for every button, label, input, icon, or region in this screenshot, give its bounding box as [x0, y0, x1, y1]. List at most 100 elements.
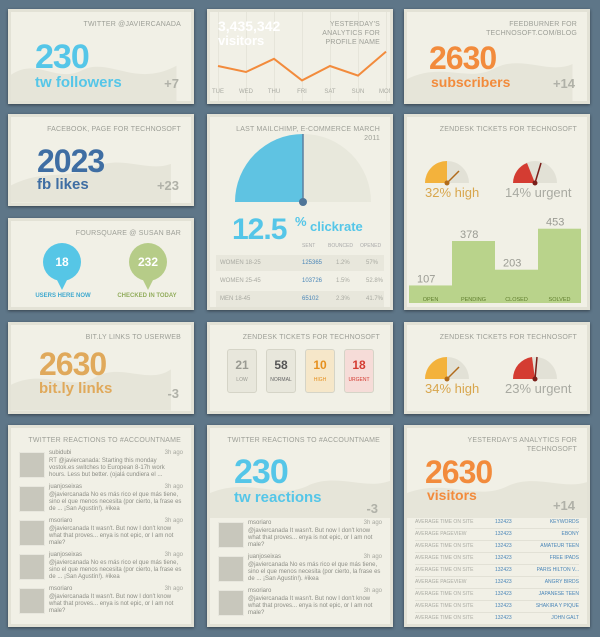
card-header: ZENDESK TICKETS FOR TECHNOSOFT: [439, 126, 577, 133]
avatar: [19, 452, 45, 478]
tweet-text: RT @javiercanada: Starting this monday v…: [49, 458, 165, 478]
keyword[interactable]: FREE IPADS: [550, 555, 579, 561]
foursquare-card: FOURSQUARE @ SUSAN BAR 18 USERS HERE NOW…: [8, 218, 194, 310]
metric-label: AVERAGE TIME ON SITE: [415, 567, 474, 573]
visitors-count: 2630: [425, 454, 493, 490]
ticket-category: SOLVED: [549, 297, 571, 303]
clickrate-gauge: [235, 134, 371, 206]
checked-in-label: CHECKED IN TODAY: [117, 293, 177, 299]
keyword[interactable]: JAPANESE TEEN: [539, 591, 579, 597]
mc-col-bounced: BOUNCED: [328, 243, 354, 249]
tweet-text: @javiercanada It wasn't. But now I don't…: [248, 596, 373, 616]
keyword[interactable]: KEYWORDS: [550, 519, 579, 525]
tweet[interactable]: msoriaro 3h ago @javiercanada It wasn't. B…: [218, 520, 382, 550]
ticket-value: 203: [503, 258, 521, 270]
mailchimp-card: LAST MAILCHIMP, E-COMMERCE MARCH 2011 12…: [207, 114, 393, 310]
tweet[interactable]: subidubi 3h ago RT @javiercanada: Starting…: [19, 450, 183, 480]
visitors-line-chart: [217, 50, 387, 82]
tweet[interactable]: juanjoseixas 3h ago @javiercanada No es má…: [19, 484, 183, 514]
users-here-pin: 18: [43, 243, 81, 290]
metric-value: 132423: [495, 519, 512, 525]
tweet-user[interactable]: subidubi: [49, 450, 71, 456]
clickrate-unit: %: [295, 214, 307, 229]
tweet[interactable]: msoriaro 3h ago @javiercanada It wasn't. B…: [19, 518, 183, 548]
ticket-category: PENDING: [461, 297, 486, 303]
priority-high[interactable]: 10 HIGH: [305, 349, 335, 393]
reactions-delta: -3: [366, 501, 378, 516]
metric-label: AVERAGE TIME ON SITE: [415, 615, 474, 621]
metric-value: 132423: [495, 555, 512, 561]
tweet[interactable]: juanjoseixas 3h ago @javiercanada No es má…: [19, 552, 183, 582]
keyword[interactable]: PARIS HILTON V...: [537, 567, 579, 573]
mc-col-sent: SENT: [302, 243, 316, 249]
visitors-line: [217, 50, 387, 82]
clickrate-value: 12.5: [232, 213, 287, 246]
avatar: [218, 556, 244, 582]
bitly-delta: -3: [167, 386, 179, 401]
priority-low[interactable]: 21 LOW: [227, 349, 257, 393]
tweet-user[interactable]: juanjoseixas: [248, 554, 281, 560]
facebook-likes-card: FACEBOOK, PAGE FOR TECHNOSOFT 2023 fb li…: [8, 114, 194, 206]
metric-value: 132423: [495, 567, 512, 573]
tweet-user[interactable]: msoriaro: [49, 518, 72, 524]
analytics-row: AVERAGE TIME ON SITE 132423 JOHN GALT: [415, 612, 579, 624]
urgent-percent: 14% urgent: [505, 185, 572, 200]
metric-value: 132423: [495, 615, 512, 621]
metric-label: AVERAGE TIME ON SITE: [415, 555, 474, 561]
mc-row: WOMEN 25-45 103726 1.5% 52.8%: [220, 278, 384, 284]
tickets-bar-chart: 107 OPEN 378 PENDING 203 CLOSED 453 SOLVED: [409, 217, 581, 303]
metric-label: AVERAGE TIME ON SITE: [415, 543, 474, 549]
subscribers-delta: +14: [552, 76, 575, 91]
mc-row: WOMEN 18-25 125365 1.2% 57%: [216, 255, 384, 271]
tweet-time: 3h ago: [363, 588, 382, 594]
keyword[interactable]: AMATEUR TEEN: [540, 543, 579, 549]
card-header: ZENDESK TICKETS FOR TECHNOSOFT: [439, 334, 577, 341]
tweet-user[interactable]: msoriaro: [49, 586, 72, 592]
followers-label: tw followers: [35, 74, 122, 91]
twitter-followers-card: TWITTER @JAVIERCANADA 230 tw followers +…: [8, 9, 194, 104]
tweet-time: 3h ago: [164, 586, 183, 592]
ticket-category: OPEN: [423, 297, 439, 303]
keyword[interactable]: JOHN GALT: [551, 615, 579, 621]
card-header: FACEBOOK, PAGE FOR TECHNOSOFT: [47, 126, 181, 133]
checked-in-pin: 232: [129, 243, 167, 290]
yesterday-visitors-card: TUE WED THU FRI SAT SUN MON YESTERDAY'S ANALYT…: [207, 9, 393, 104]
tweet-text: @javiercanada It wasn't. But now I don't…: [49, 594, 174, 614]
zendesk-tickets-card: ZENDESK TICKETS FOR TECHNOSOFT 32% high …: [404, 114, 590, 310]
tweet-text: @javiercanada No es más rico el que más …: [248, 562, 381, 582]
keyword[interactable]: ANGRY BIRDS: [545, 579, 579, 585]
tweet-user[interactable]: msoriaro: [248, 588, 271, 594]
tweet[interactable]: msoriaro 3h ago @javiercanada It wasn't. B…: [19, 586, 183, 616]
metric-value: 132423: [495, 531, 512, 537]
tweet-text: @javiercanada It wasn't. But now I don't…: [248, 528, 373, 548]
tweet[interactable]: juanjoseixas 3h ago @javiercanada No es má…: [218, 554, 382, 584]
keyword[interactable]: EBONY: [561, 531, 579, 537]
avatar: [218, 522, 244, 548]
metric-label: AVERAGE TIME ON SITE: [415, 519, 474, 525]
twitter-reactions-card: TWITTER REACTIONS TO #ACCOUNTNAME subidu…: [8, 425, 194, 627]
metric-label: AVERAGE TIME ON SITE: [415, 591, 474, 597]
tweet-user[interactable]: juanjoseixas: [49, 484, 82, 490]
bitly-label: bit.ly links: [39, 380, 113, 397]
clickrate-label: clickrate: [310, 219, 363, 234]
card-header: FOURSQUARE @ SUSAN BAR: [75, 230, 181, 237]
metric-value: 132423: [495, 543, 512, 549]
bitly-count: 2630: [39, 346, 107, 382]
ticket-value: 107: [417, 273, 435, 285]
ticket-value: 453: [546, 217, 564, 229]
priority-urgent[interactable]: 18 URGENT: [344, 349, 374, 393]
ticket-value: 378: [460, 229, 478, 241]
metric-label: AVERAGE TIME ON SITE: [415, 603, 474, 609]
priority-normal[interactable]: 58 NORMAL: [266, 349, 296, 393]
tweet-user[interactable]: msoriaro: [248, 520, 271, 526]
likes-delta: +23: [156, 178, 179, 193]
tweet-user[interactable]: juanjoseixas: [49, 552, 82, 558]
tweet[interactable]: msoriaro 3h ago @javiercanada It wasn't. B…: [218, 588, 382, 618]
ticket-category: CLOSED: [505, 297, 528, 303]
high-percent: 32% high: [425, 185, 480, 200]
card-header: BIT.LY LINKS TO USERWEB: [85, 334, 181, 341]
high-percent: 34% high: [425, 381, 480, 396]
metric-label: AVERAGE PAGEVIEW: [415, 579, 467, 585]
keyword[interactable]: SHAKIRA Y PIQUE: [536, 603, 579, 609]
users-here-label: USERS HERE NOW: [35, 293, 91, 299]
